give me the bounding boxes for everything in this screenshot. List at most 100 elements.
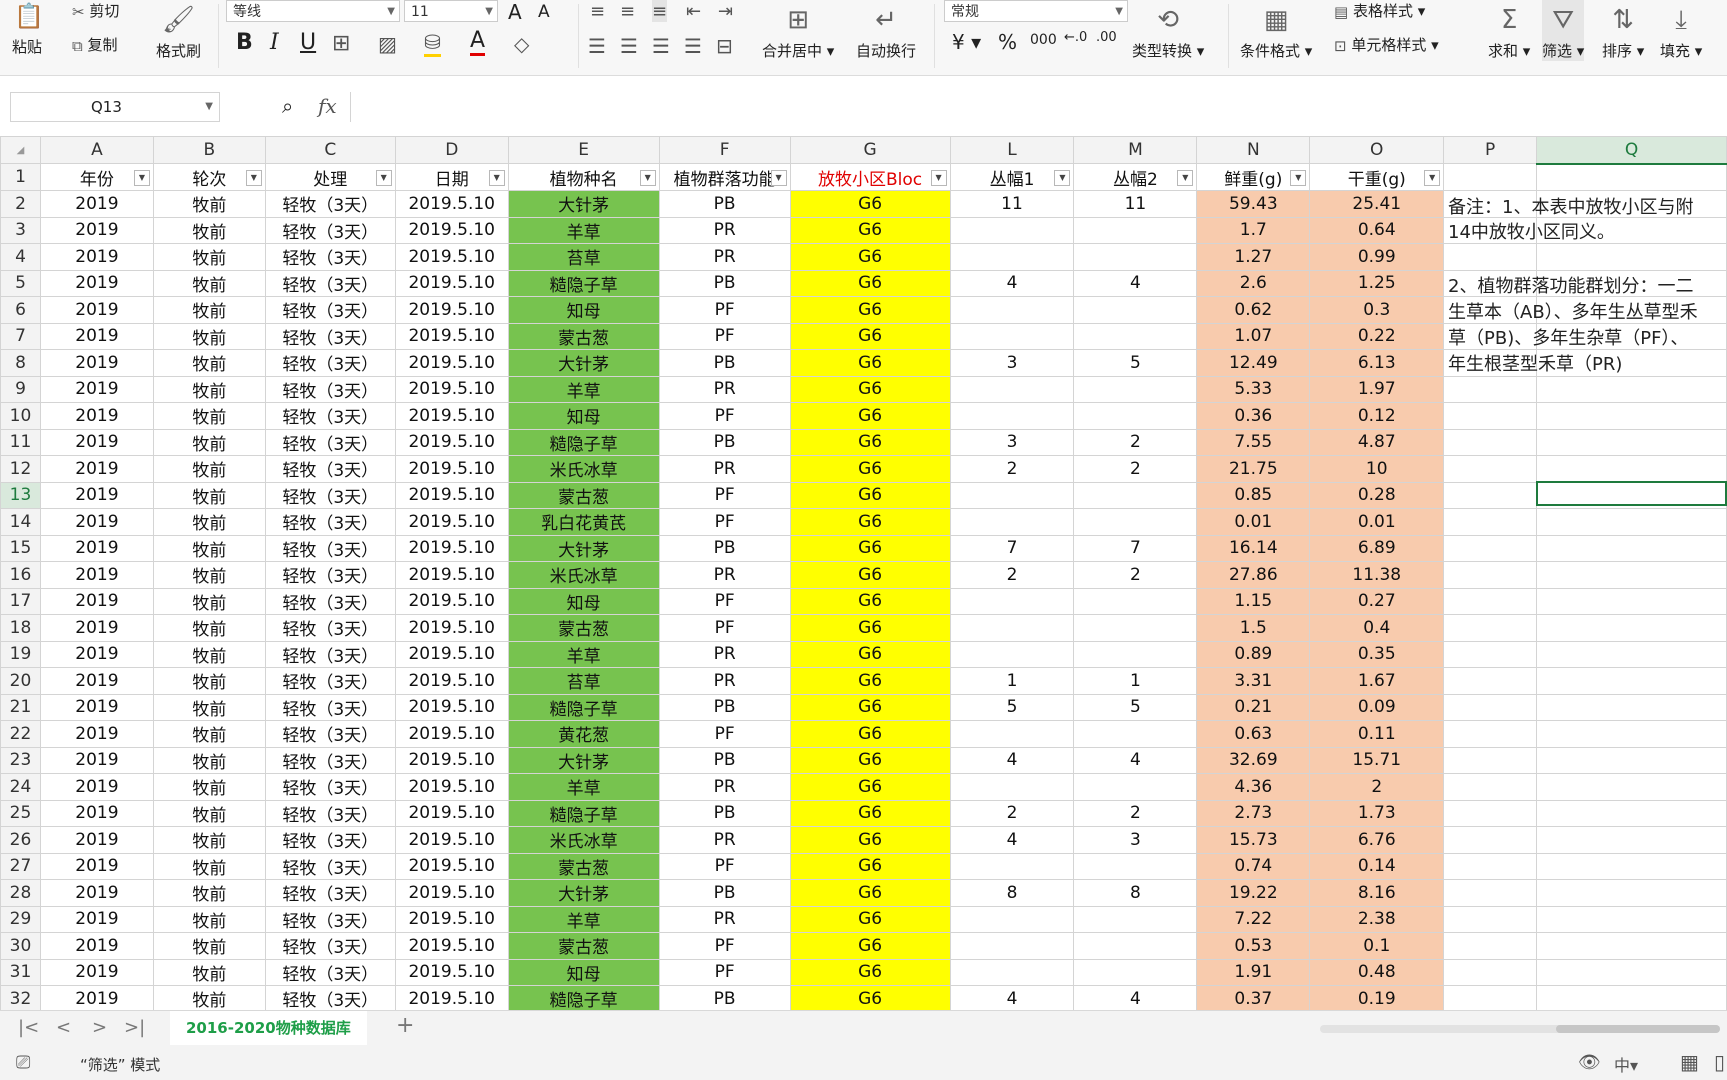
cell[interactable]: 牧前 [152,958,266,986]
cell[interactable] [1443,826,1538,854]
header-cell[interactable]: 丛幅1 ▼ [949,163,1075,191]
cell[interactable]: 2019.5.10 [394,561,509,589]
cell[interactable]: 2 [1073,455,1198,483]
cell[interactable] [1443,985,1538,1010]
header-cell[interactable]: 轮次 ▼ [152,163,266,191]
cell[interactable]: PF [658,508,791,536]
cell[interactable]: 2019 [39,243,154,271]
cell[interactable]: 0.36 [1196,402,1311,430]
cell[interactable]: 2019 [39,269,154,297]
cell[interactable]: PF [658,932,791,960]
row-header[interactable]: 8 [0,349,41,377]
cell-table[interactable]: ◢ A B C D E F G L M N O P Q 1 年份 ▼ 轮次 ▼ 处理 ▼ 日期… [0,136,1727,1010]
eye-protect-icon[interactable]: 👁 [1578,1052,1601,1073]
font-name-select[interactable]: 等线 ▼ [226,0,400,22]
page-view-icon[interactable]: ▯ [1714,1050,1725,1074]
cell[interactable] [1536,614,1727,642]
column-header[interactable]: Q [1536,136,1727,165]
cell[interactable]: 牧前 [152,216,266,244]
cell[interactable]: 4.87 [1309,428,1445,456]
cell[interactable]: 牧前 [152,985,266,1010]
cell[interactable]: 1.7 [1196,216,1311,244]
header-cell[interactable]: 处理 ▼ [264,163,396,191]
scrollbar-thumb[interactable] [1556,1025,1720,1033]
cell[interactable]: G6 [789,932,951,960]
formula-input[interactable] [350,92,1727,122]
cell[interactable]: 4.36 [1196,773,1311,801]
percent-button[interactable]: % [998,30,1017,54]
cell[interactable]: PB [658,799,791,827]
cell[interactable]: 轻牧（3天） [264,693,396,721]
cell[interactable] [949,587,1075,615]
cell[interactable]: 2019.5.10 [394,720,509,748]
decrease-decimal-button[interactable]: .00 [1096,30,1117,45]
cell[interactable]: 2019.5.10 [394,958,509,986]
cell[interactable]: PB [658,269,791,297]
cell[interactable]: 轻牧（3天） [264,243,396,271]
column-header[interactable]: A [39,136,154,164]
cell[interactable]: 0.01 [1309,508,1445,536]
cell[interactable] [1073,508,1198,536]
cell[interactable]: 牧前 [152,773,266,801]
cell[interactable]: PB [658,879,791,907]
cell[interactable]: 2019 [39,349,154,377]
filter-button[interactable]: ⛛ 筛选 ▾ [1542,0,1585,61]
cell[interactable]: 0.14 [1309,852,1445,880]
cell[interactable]: 2019 [39,508,154,536]
cell[interactable] [1536,720,1727,748]
cell[interactable]: G6 [789,428,951,456]
cell[interactable]: 2019 [39,773,154,801]
cell[interactable] [1536,958,1727,986]
row-header[interactable]: 3 [0,216,41,244]
cell[interactable]: G6 [789,402,951,430]
cell[interactable]: 1.91 [1196,958,1311,986]
cell[interactable]: 1.07 [1196,322,1311,350]
cell[interactable]: 4 [949,269,1075,297]
fill-button[interactable]: ⤓ 填充 ▾ [1660,0,1702,61]
cell[interactable] [1536,693,1727,721]
cell[interactable]: 8.16 [1309,879,1445,907]
cell[interactable]: 牧前 [152,455,266,483]
cell[interactable] [1073,852,1198,880]
cell[interactable]: 牧前 [152,349,266,377]
cell[interactable]: 牧前 [152,243,266,271]
cell[interactable]: 27.86 [1196,561,1311,589]
cell[interactable]: 32.69 [1196,746,1311,774]
cell[interactable]: G6 [789,720,951,748]
cell[interactable] [1536,534,1727,562]
cell[interactable]: 0.74 [1196,852,1311,880]
cell[interactable]: PF [658,296,791,324]
cell[interactable] [1073,773,1198,801]
fx-button[interactable]: fx [318,94,337,118]
cell[interactable]: 2019.5.10 [394,905,509,933]
cell[interactable]: 米氏冰草 [507,561,660,589]
cell[interactable]: 59.43 [1196,190,1311,218]
cell[interactable]: 轻牧（3天） [264,561,396,589]
cell[interactable] [949,243,1075,271]
cell[interactable]: 轻牧（3天） [264,269,396,297]
cell[interactable] [949,640,1075,668]
cell[interactable]: 10 [1309,455,1445,483]
cell[interactable] [1443,879,1538,907]
table-style-button[interactable]: ▤ 表格样式 ▾ [1334,0,1425,21]
cell[interactable]: PR [658,455,791,483]
border-button[interactable]: ⊞ [332,30,350,56]
cell[interactable]: 25.41 [1309,190,1445,218]
cell[interactable]: 2019.5.10 [394,534,509,562]
row-header[interactable]: 30 [0,932,41,960]
cell[interactable]: PB [658,349,791,377]
cell[interactable]: 牧前 [152,322,266,350]
cell[interactable]: 15.71 [1309,746,1445,774]
cell[interactable] [1536,746,1727,774]
header-cell[interactable]: 鲜重(g) ▼ [1196,163,1311,191]
column-header[interactable]: L [949,136,1075,164]
cell[interactable]: 牧前 [152,508,266,536]
spreadsheet-grid[interactable]: ◢ A B C D E F G L M N O P Q 1 年份 ▼ 轮次 ▼ 处理 ▼ 日期… [0,136,1727,1010]
cell[interactable]: 牧前 [152,826,266,854]
cell[interactable]: 2019 [39,932,154,960]
cell[interactable]: PB [658,190,791,218]
increase-decimal-button[interactable]: ←.0 [1064,30,1087,45]
row-header[interactable]: 22 [0,720,41,748]
cell[interactable]: G6 [789,985,951,1010]
cell[interactable]: 2019 [39,905,154,933]
